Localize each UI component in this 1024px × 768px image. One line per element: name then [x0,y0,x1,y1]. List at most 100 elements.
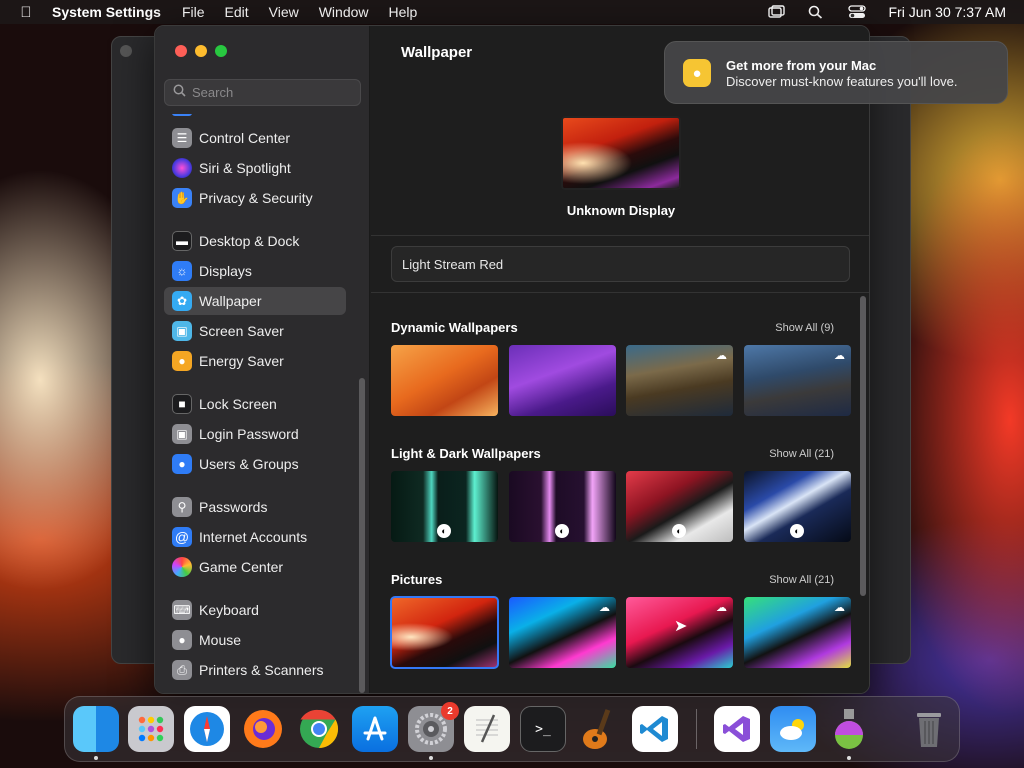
sidebar-item-privacy-security[interactable]: ✋ Privacy & Security [164,184,346,212]
sidebar-item-printers-scanners[interactable]: ⎙ Printers & Scanners [164,656,346,684]
system-settings-icon[interactable]: 2 [408,702,459,752]
search-input[interactable] [192,85,352,100]
menubar-clock[interactable]: Fri Jun 30 7:37 AM [888,4,1006,20]
visual-studio-icon[interactable] [714,706,760,752]
sidebar-item-login-password[interactable]: ▣ Login Password [164,420,346,448]
minimize-button[interactable] [195,45,207,57]
sidebar-item-wallpaper[interactable]: ✿ Wallpaper [164,287,346,315]
wallpaper-thumb[interactable]: ☁ [744,597,851,668]
content-scrollbar[interactable] [860,296,866,596]
sidebar-item-label: Users & Groups [199,456,299,472]
sidebar-item-mouse[interactable]: ● Mouse [164,626,346,654]
weather-icon[interactable] [770,706,816,752]
light-dark-mode-icon: ◐ [437,524,451,538]
launchpad-icon[interactable] [128,706,174,752]
trash-icon[interactable] [906,706,952,752]
sidebar-item-game-center[interactable]: Game Center [164,553,346,581]
menu-view[interactable]: View [269,4,299,20]
sidebar-item-control-center[interactable]: ☰ Control Center [164,124,346,152]
wallpaper-thumb[interactable]: ◐ [509,471,616,542]
screen-mirroring-icon[interactable] [768,5,786,19]
wallpaper-thumb-light-stream-red[interactable] [390,596,499,669]
sidebar-item-lock-screen[interactable]: ■ Lock Screen [164,390,346,418]
padlock-icon: ▣ [172,424,192,444]
zoom-button[interactable] [215,45,227,57]
sidebar-item-label: Siri & Spotlight [199,160,291,176]
sidebar-scrollbar[interactable] [359,378,365,693]
sidebar: ☰ Control Center Siri & Spotlight ✋ Priv… [155,26,370,693]
menu-window[interactable]: Window [319,4,369,20]
current-wallpaper-field[interactable]: Light Stream Red [391,246,850,282]
close-button[interactable] [175,45,187,57]
wallpaper-thumb[interactable]: ☁ [626,345,733,416]
display-preview[interactable] [561,116,681,190]
sidebar-item-internet-accounts[interactable]: @ Internet Accounts [164,523,346,551]
textedit-icon[interactable] [464,706,510,752]
disk-utility-icon[interactable] [826,706,872,752]
show-all-light-dark-button[interactable]: Show All (21) [769,448,834,460]
sidebar-item-label: Game Center [199,559,284,575]
keyboard-icon: ⌨ [172,600,192,620]
wallpaper-pane: Wallpaper Unknown Display Light Stream R… [371,26,869,693]
sidebar-item-desktop-dock[interactable]: ▬ Desktop & Dock [164,227,346,255]
app-store-icon[interactable] [352,706,398,752]
garageband-icon[interactable] [576,706,622,752]
mouse-icon: ● [172,630,192,650]
notification-banner[interactable]: ● Get more from your Mac Discover must-k… [664,41,1008,104]
sidebar-item-label: Internet Accounts [199,529,308,545]
wallpaper-thumb[interactable]: ◐ [744,471,851,542]
sidebar-item-label: Printers & Scanners [199,662,324,678]
wallpaper-thumb[interactable]: ◐ [626,471,733,542]
dock-icon: ▬ [172,231,192,251]
sidebar-item-siri-spotlight[interactable]: Siri & Spotlight [164,154,346,182]
bg-close-button[interactable] [120,45,132,57]
vscode-icon[interactable] [632,706,678,752]
download-cloud-icon: ☁ [716,350,727,362]
sidebar-item-keyboard[interactable]: ⌨ Keyboard [164,596,346,624]
wallpaper-thumb[interactable]: ☁ [744,345,851,416]
sidebar-item-label: Privacy & Security [199,190,313,206]
download-cloud-icon: ☁ [834,602,845,614]
wallpaper-thumb[interactable] [391,345,498,416]
chrome-icon[interactable] [296,706,342,752]
running-indicator [847,756,851,760]
users-icon: ● [172,454,192,474]
wallpaper-thumb[interactable]: ☁ [509,597,616,668]
sidebar-item-passwords[interactable]: ⚲ Passwords [164,493,346,521]
sidebar-item-screen-saver[interactable]: ▣ Screen Saver [164,317,346,345]
menu-edit[interactable]: Edit [225,4,249,20]
finder-icon[interactable] [73,706,119,752]
mouse-cursor-icon: ➤ [674,618,688,635]
search-field[interactable] [164,79,361,106]
light-dark-mode-icon: ◐ [790,524,804,538]
divider [371,292,869,293]
menu-help[interactable]: Help [389,4,418,20]
running-indicator [94,756,98,760]
app-menu[interactable]: System Settings [52,4,161,20]
terminal-icon[interactable]: >_ [520,706,566,752]
at-icon: @ [172,527,192,547]
spotlight-search-icon[interactable] [808,5,826,19]
wallpaper-thumb[interactable]: ◐ [391,471,498,542]
lock-icon: ■ [172,394,192,414]
menu-file[interactable]: File [182,4,205,20]
sidebar-item-label: Displays [199,263,252,279]
sidebar-item-label: Login Password [199,426,299,442]
apple-menu-icon[interactable]:  [0,4,52,21]
wallpaper-thumb[interactable] [509,345,616,416]
show-all-dynamic-button[interactable]: Show All (9) [775,322,834,334]
control-center-icon[interactable] [848,5,867,19]
sidebar-item-users-groups[interactable]: ● Users & Groups [164,450,346,478]
sidebar-item-displays[interactable]: ☼ Displays [164,257,346,285]
divider [371,235,869,236]
menu-bar:  System Settings File Edit View Window … [0,0,1024,24]
sidebar-item-energy-saver[interactable]: ● Energy Saver [164,347,346,375]
show-all-pictures-button[interactable]: Show All (21) [769,574,834,586]
sidebar-item-label: Keyboard [199,602,259,618]
safari-icon[interactable] [184,706,230,752]
notification-body: Discover must-know features you'll love. [726,74,958,89]
firefox-icon[interactable] [240,706,286,752]
light-dark-mode-icon: ◐ [555,524,569,538]
wallpaper-icon: ✿ [172,291,192,311]
sun-icon: ☼ [172,261,192,281]
